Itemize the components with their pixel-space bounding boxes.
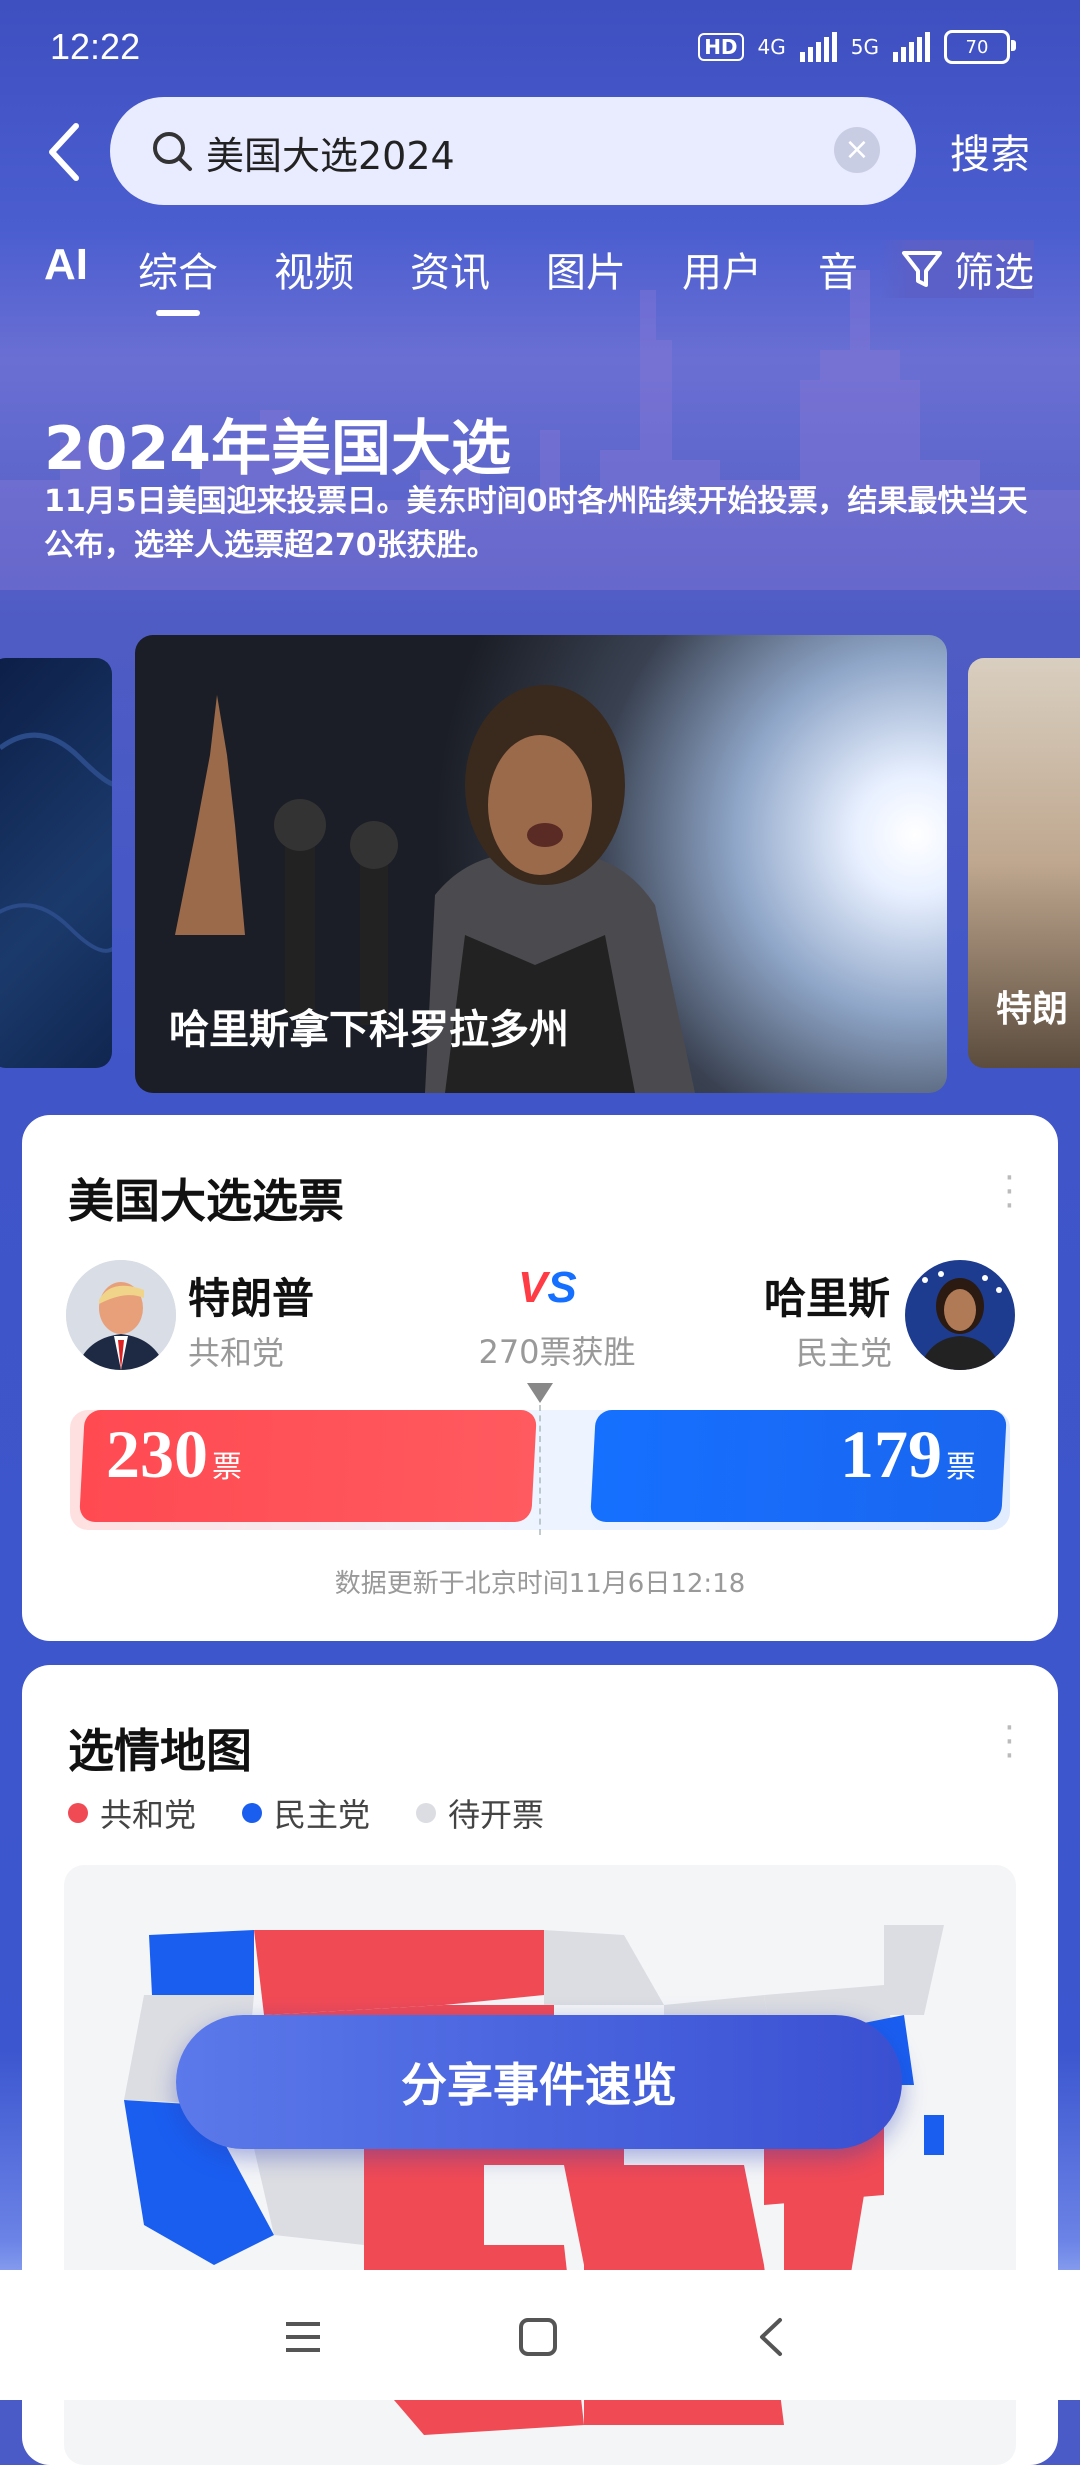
votes-right: 179 票 xyxy=(840,1415,976,1494)
candidate-right-party: 民主党 xyxy=(796,1334,893,1372)
candidate-left-party: 共和党 xyxy=(188,1334,285,1372)
filter-icon xyxy=(902,251,942,287)
battery-icon: 70 xyxy=(944,30,1016,64)
tab-audio[interactable]: 音 xyxy=(818,240,858,298)
filter-button[interactable]: 筛选 xyxy=(880,240,1034,298)
battery-level: 70 xyxy=(965,36,989,58)
home-icon[interactable] xyxy=(513,2312,563,2362)
votes-left-unit: 票 xyxy=(212,1450,242,1485)
map-legend: 共和党 民主党 待开票 xyxy=(68,1790,544,1836)
hero-title: 2024年美国大选 xyxy=(44,414,511,484)
legend-pending: 待开票 xyxy=(416,1790,544,1836)
carousel-card-next[interactable]: 特朗 xyxy=(968,658,1080,1068)
avatar-harris xyxy=(905,1260,1015,1370)
vs-label: VS xyxy=(518,1263,577,1312)
back-icon[interactable] xyxy=(748,2312,798,2362)
votes-right-unit: 票 xyxy=(946,1450,976,1485)
back-arrow-icon[interactable] xyxy=(44,120,84,184)
tab-video[interactable]: 视频 xyxy=(274,240,354,298)
search-input[interactable]: 美国大选2024 × xyxy=(110,97,916,205)
search-button[interactable]: 搜索 xyxy=(950,122,1030,180)
clock: 12:22 xyxy=(50,26,141,67)
avatar-trump xyxy=(66,1260,176,1370)
tab-news[interactable]: 资讯 xyxy=(410,240,490,298)
card-image xyxy=(0,732,112,953)
carousel-caption: 哈里斯拿下科罗拉多州 xyxy=(169,1007,569,1053)
system-nav-bar xyxy=(0,2270,1080,2400)
status-bar: 12:22 HD 4G 5G 70 xyxy=(0,0,1080,100)
network-type-5g: 5G xyxy=(850,35,879,59)
tab-comprehensive[interactable]: 综合 xyxy=(138,240,218,316)
menu-icon[interactable] xyxy=(278,2312,328,2362)
signal-icon xyxy=(799,32,837,62)
election-vote-card: 美国大选选票 · · · 特朗普 共和党 VS 270票获胜 哈里斯 民主党 230… xyxy=(22,1115,1058,1641)
map-card-title: 选情地图 xyxy=(68,1724,252,1778)
clear-icon[interactable]: × xyxy=(834,127,880,173)
signal-icon-2 xyxy=(893,32,930,62)
vote-card-title: 美国大选选票 xyxy=(68,1174,344,1228)
candidate-right-name: 哈里斯 xyxy=(764,1274,891,1323)
status-icons: HD 4G 5G 70 xyxy=(698,30,1016,64)
hd-voice-icon: HD xyxy=(698,33,744,61)
more-options-icon[interactable]: · · · xyxy=(1004,1711,1015,1773)
update-timestamp: 数据更新于北京时间11月6日12:18 xyxy=(334,1569,746,1599)
votes-left-number: 230 xyxy=(106,1416,208,1492)
share-summary-button[interactable]: 分享事件速览 xyxy=(176,2015,902,2149)
tab-ai[interactable]: AI xyxy=(44,240,88,290)
win-threshold: 270票获胜 xyxy=(478,1333,636,1371)
network-type-4g: 4G xyxy=(757,35,786,59)
legend-republican: 共和党 xyxy=(68,1790,196,1836)
search-query: 美国大选2024 xyxy=(206,134,455,178)
search-icon xyxy=(153,132,192,171)
tab-users[interactable]: 用户 xyxy=(682,240,762,298)
tab-images[interactable]: 图片 xyxy=(546,240,626,298)
votes-left: 230 票 xyxy=(106,1415,242,1494)
carousel-caption-next: 特朗 xyxy=(996,989,1069,1030)
threshold-line xyxy=(539,1405,541,1535)
filter-label: 筛选 xyxy=(954,250,1034,296)
more-options-icon[interactable]: · · · xyxy=(1004,1161,1015,1223)
tab-bar: AI 综合 视频 资讯 图片 用户 音 筛选 xyxy=(0,240,1080,320)
carousel-card-prev[interactable] xyxy=(0,658,112,1068)
candidate-left-name: 特朗普 xyxy=(188,1274,315,1323)
legend-democrat: 民主党 xyxy=(242,1790,370,1836)
carousel-card-main[interactable]: 哈里斯拿下科罗拉多州 xyxy=(135,635,947,1093)
votes-right-number: 179 xyxy=(840,1416,942,1492)
threshold-marker xyxy=(527,1383,553,1403)
hero-description: 11月5日美国迎来投票日。美东时间0时各州陆续开始投票，结果最快当天公布，选举人… xyxy=(44,484,1028,563)
